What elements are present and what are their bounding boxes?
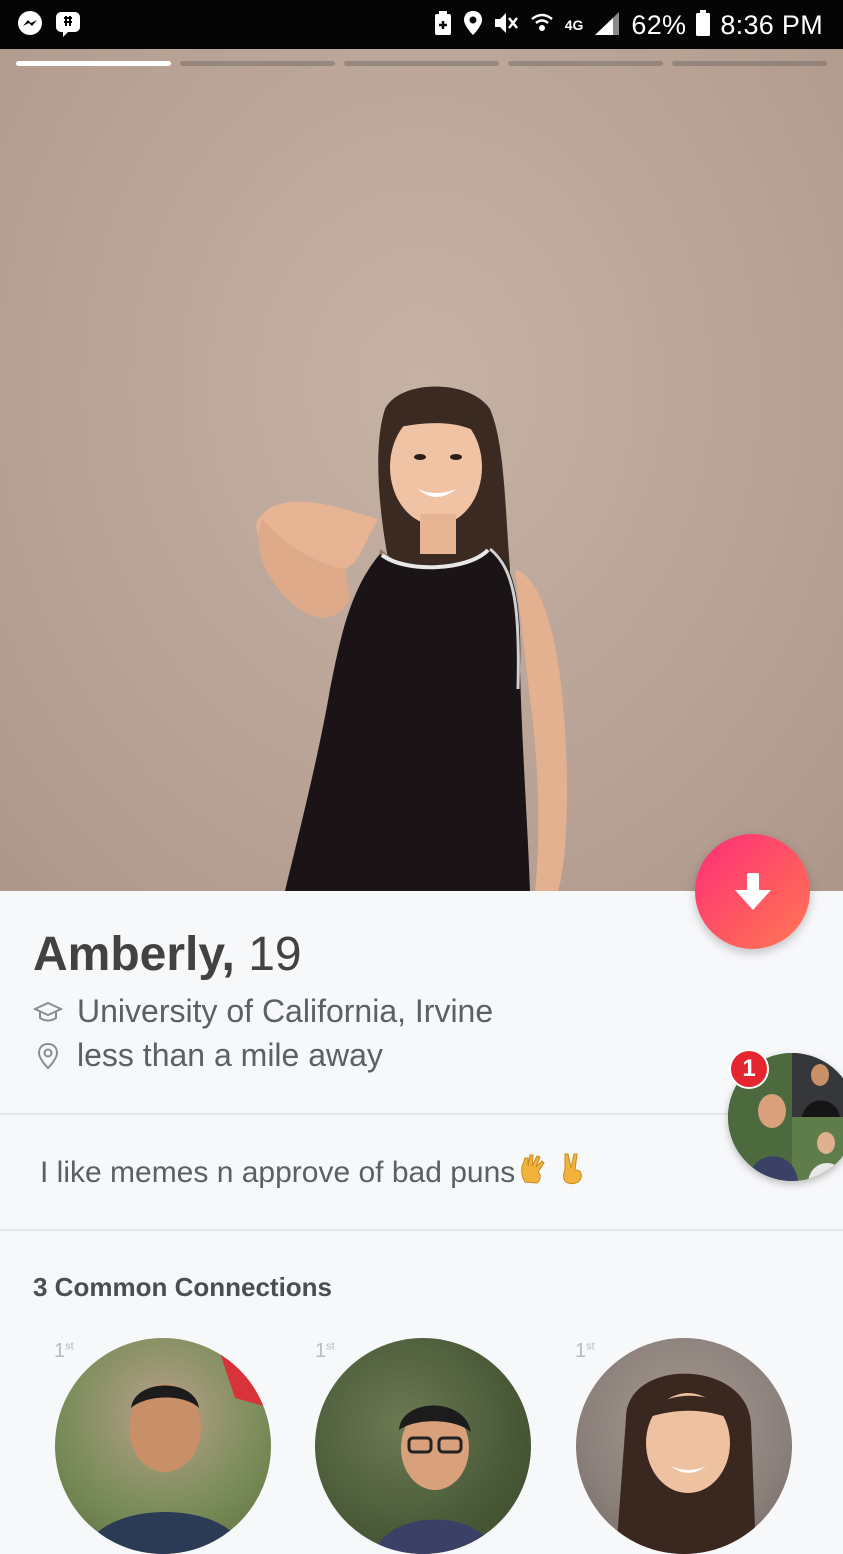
wifi-icon xyxy=(529,10,555,41)
school-name: University of California, Irvine xyxy=(77,993,494,1029)
profile-photo[interactable] xyxy=(0,49,843,891)
profile-name: Amberly, xyxy=(33,928,235,981)
notification-badge: 1 xyxy=(729,1049,769,1089)
lte-icon: 4G xyxy=(564,16,584,33)
victory-hand-icon xyxy=(557,1152,587,1194)
clock: 8:36 PM xyxy=(720,9,823,40)
vulcan-salute-icon xyxy=(517,1152,551,1194)
battery-saver-icon xyxy=(433,10,453,41)
location-pin-icon xyxy=(33,1042,63,1070)
arrow-down-icon xyxy=(734,872,771,910)
connection-degree: 1st xyxy=(575,1340,595,1362)
signal-icon xyxy=(593,10,621,41)
profile-age: 19 xyxy=(248,928,302,981)
mute-icon xyxy=(493,10,519,41)
connection-degree: 1st xyxy=(315,1340,335,1362)
divider xyxy=(0,1229,843,1231)
messenger-icon xyxy=(16,10,44,38)
connection-degree: 1st xyxy=(54,1340,74,1362)
profile-name-row: Amberly, 19 xyxy=(33,927,302,982)
distance-row: less than a mile away xyxy=(33,1037,383,1074)
divider xyxy=(0,1113,843,1115)
distance-text: less than a mile away xyxy=(77,1037,383,1073)
bio: I like memes n approve of bad puns xyxy=(40,1152,587,1194)
connection-avatar[interactable] xyxy=(315,1338,531,1554)
collapse-profile-button[interactable] xyxy=(695,834,810,949)
battery-icon xyxy=(696,9,711,41)
bio-text: I like memes n approve of bad puns xyxy=(40,1156,516,1189)
battery-percent: 62% xyxy=(631,9,687,40)
connection-avatar[interactable] xyxy=(576,1338,792,1554)
location-icon xyxy=(463,10,483,41)
connection-avatar[interactable] xyxy=(55,1338,271,1554)
person-illustration xyxy=(256,386,568,891)
graduation-cap-icon xyxy=(33,1001,63,1023)
chat-app-icon xyxy=(54,10,82,38)
school-row: University of California, Irvine xyxy=(33,993,493,1030)
common-connections-title: 3 Common Connections xyxy=(33,1272,333,1302)
status-bar: 4G 62% 8:36 PM xyxy=(0,0,843,49)
